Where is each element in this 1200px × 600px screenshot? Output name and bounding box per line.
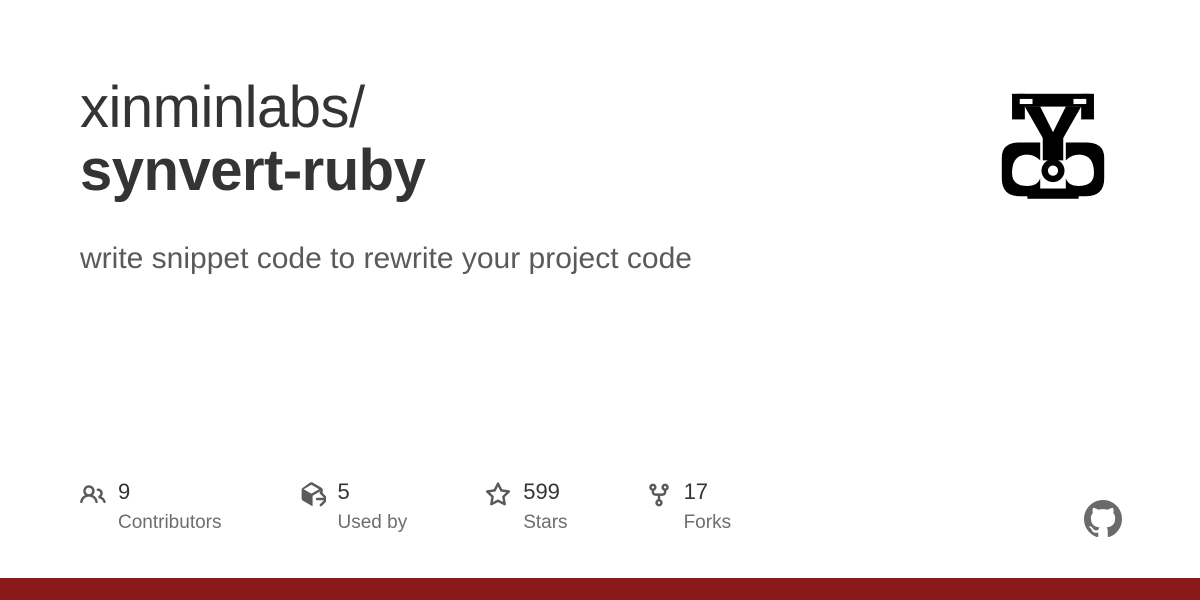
stats-row: 9 Contributors 5 Used by 599 Stars [80,480,731,534]
repo-owner-text: xinminlabs [80,75,349,140]
stat-text: 17 Forks [684,480,732,534]
repo-title-block: xinminlabs/ synvert-ruby [80,78,425,202]
stat-text: 599 Stars [523,480,567,534]
people-icon [80,482,106,508]
star-icon [485,482,511,508]
repo-social-card: xinminlabs/ synvert-ruby [0,0,1200,600]
repo-description: write snippet code to rewrite your proje… [80,242,1120,276]
forks-value: 17 [684,480,732,504]
package-dependents-icon [300,482,326,508]
language-bar [0,578,1200,600]
contributors-label: Contributors [118,512,222,534]
repo-name: synvert-ruby [80,141,425,202]
stat-text: 5 Used by [338,480,408,534]
stat-text: 9 Contributors [118,480,222,534]
stars-value: 599 [523,480,567,504]
used-by-value: 5 [338,480,408,504]
repo-owner: xinminlabs/ [80,78,425,139]
github-mark-icon [1084,500,1122,538]
stat-stars: 599 Stars [485,480,567,534]
contributors-value: 9 [118,480,222,504]
header-row: xinminlabs/ synvert-ruby [80,78,1120,212]
stat-used-by: 5 Used by [300,480,408,534]
fork-icon [646,482,672,508]
avatar-glyph-icon [989,81,1117,209]
used-by-label: Used by [338,512,408,534]
owner-avatar [986,78,1120,212]
forks-label: Forks [684,512,732,534]
stat-forks: 17 Forks [646,480,732,534]
stars-label: Stars [523,512,567,534]
stat-contributors: 9 Contributors [80,480,222,534]
